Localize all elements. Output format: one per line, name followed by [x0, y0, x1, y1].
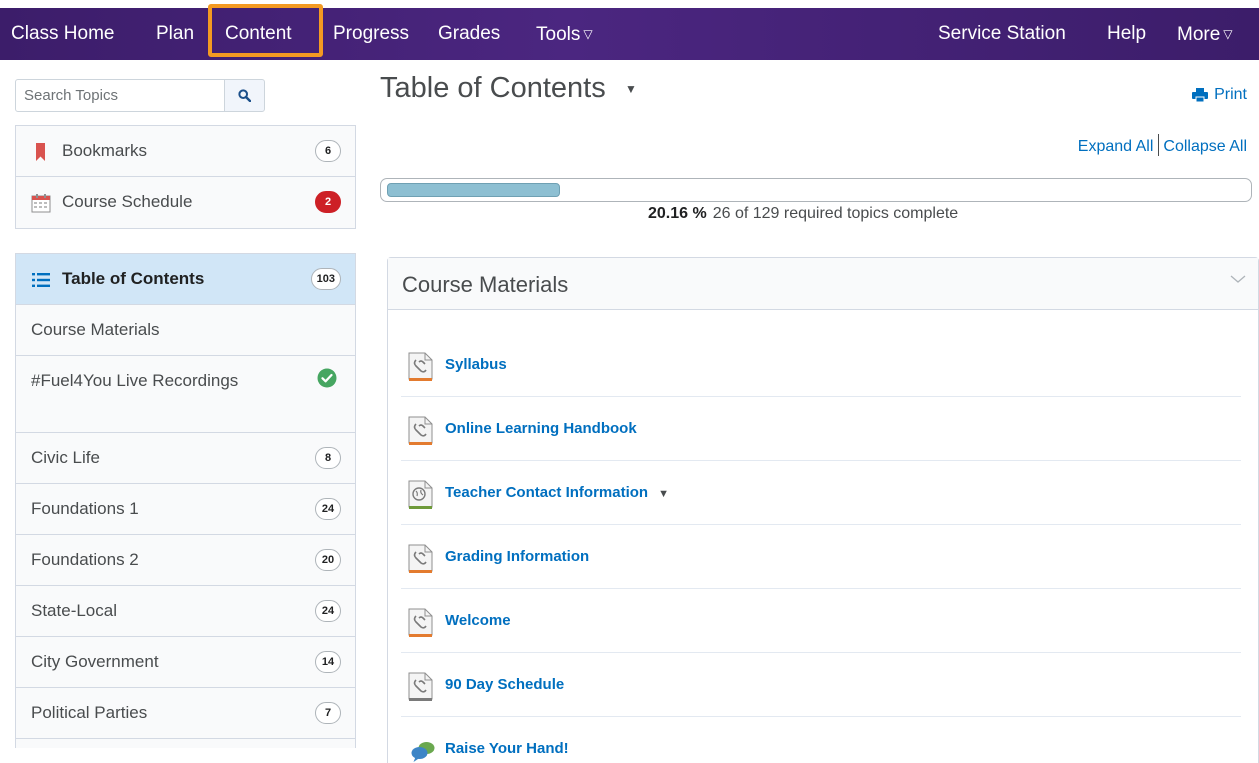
count-badge: 24	[315, 498, 341, 520]
chevron-down-icon[interactable]	[1230, 274, 1246, 284]
page-title: Table of Contents	[380, 72, 606, 104]
progress-count-text: 26 of 129 required topics complete	[712, 205, 959, 222]
sidebar-item-label: Political Parties	[31, 703, 148, 722]
sidebar-item-foundations-1[interactable]: Foundations 1 24	[16, 484, 355, 535]
topic-link[interactable]: Raise Your Hand!	[445, 717, 569, 763]
topic-link[interactable]: Welcome	[445, 589, 511, 653]
link-document-icon	[408, 672, 433, 701]
search-input[interactable]	[15, 79, 225, 112]
topic-link[interactable]: Grading Information	[445, 525, 589, 589]
nav-more[interactable]: More ▽	[1177, 16, 1233, 52]
count-badge: 20	[315, 549, 341, 571]
print-button[interactable]: Print	[1192, 86, 1247, 104]
progress-bar	[380, 178, 1252, 202]
quick-links: Bookmarks 6 Course Schedule 2	[15, 125, 356, 229]
topic-row-online-learning-handbook[interactable]: Online Learning Handbook	[401, 397, 1241, 461]
top-navbar: Class Home Plan Content Progress Grades …	[0, 0, 1259, 60]
content-highlight-box	[208, 4, 323, 57]
expand-collapse-links: Expand All Collapse All	[1078, 134, 1247, 156]
sidebar-item-bookmarks[interactable]: Bookmarks 6	[16, 126, 355, 177]
sidebar-item-label: Foundations 1	[31, 499, 139, 518]
discussion-icon	[411, 742, 435, 762]
panel-header[interactable]: Course Materials	[388, 258, 1258, 310]
calendar-icon	[31, 194, 51, 213]
progress-bar-fill	[387, 183, 560, 197]
sidebar-item-foundations-2[interactable]: Foundations 2 20	[16, 535, 355, 586]
sidebar-item-fuel4you-live-recordings[interactable]: #Fuel4You Live Recordings	[16, 356, 355, 433]
nav-progress[interactable]: Progress	[333, 16, 409, 52]
count-badge: 2	[315, 191, 341, 213]
search-button[interactable]	[224, 79, 265, 112]
topic-row-teacher-contact-information[interactable]: Teacher Contact Information ▼	[401, 461, 1241, 525]
progress-summary: 20.16 % 26 of 129 required topics complet…	[648, 205, 958, 223]
collapse-all-link[interactable]: Collapse All	[1163, 138, 1247, 155]
nav-more-label: More	[1177, 24, 1221, 45]
title-menu-caret-icon[interactable]: ▼	[625, 82, 637, 96]
sidebar-item-label: Foundations 2	[31, 550, 139, 569]
topic-row-raise-your-hand[interactable]: Raise Your Hand!	[401, 717, 1241, 763]
link-document-icon	[408, 608, 433, 637]
nav-tools[interactable]: Tools ▽	[536, 16, 593, 52]
sidebar-item-label: Bookmarks	[62, 141, 148, 160]
bookmark-icon	[36, 143, 45, 161]
print-label: Print	[1214, 86, 1247, 103]
topic-link[interactable]: 90 Day Schedule	[445, 653, 564, 717]
topic-link[interactable]: Syllabus	[445, 333, 507, 397]
topic-link-label: Teacher Contact Information	[445, 484, 649, 501]
link-document-icon	[408, 416, 433, 445]
count-badge: 6	[315, 140, 341, 162]
sidebar-item-label: Course Schedule	[62, 192, 193, 211]
check-circle-icon	[317, 368, 337, 388]
progress-percent: 20.16 %	[648, 205, 707, 222]
nav-help[interactable]: Help	[1107, 16, 1146, 52]
count-badge: 24	[315, 600, 341, 622]
count-badge: 14	[315, 651, 341, 673]
separator	[1158, 134, 1160, 156]
sidebar-item-civic-life[interactable]: Civic Life 8	[16, 433, 355, 484]
main-content: Table of Contents ▼ Print Expand All Coll…	[380, 60, 1259, 763]
nav-tools-label: Tools	[536, 24, 581, 45]
sidebar-item-label: Course Materials	[31, 320, 160, 339]
sidebar-item-course-schedule[interactable]: Course Schedule 2	[16, 177, 355, 228]
sidebar-item-table-of-contents[interactable]: Table of Contents 103	[16, 254, 355, 305]
count-badge: 7	[315, 702, 341, 724]
panel-title: Course Materials	[402, 272, 569, 297]
expand-all-link[interactable]: Expand All	[1078, 138, 1154, 155]
topic-link[interactable]: Online Learning Handbook	[445, 397, 637, 461]
caret-down-icon: ▽	[1223, 27, 1233, 41]
sidebar-item-state-local[interactable]: State-Local 24	[16, 586, 355, 637]
nav-plan[interactable]: Plan	[156, 16, 194, 52]
sidebar-item-course-materials[interactable]: Course Materials	[16, 305, 355, 356]
nav-class-home[interactable]: Class Home	[11, 16, 114, 52]
sidebar-item-label: Table of Contents	[62, 269, 205, 288]
course-materials-panel: Course Materials Syllabus Online Learnin…	[387, 257, 1259, 763]
sidebar-item-city-government[interactable]: City Government 14	[16, 637, 355, 688]
topic-row-grading-information[interactable]: Grading Information	[401, 525, 1241, 589]
list-icon	[32, 273, 50, 287]
search-bar	[15, 79, 265, 112]
link-document-icon	[408, 544, 433, 573]
topic-row-syllabus[interactable]: Syllabus	[401, 333, 1241, 397]
search-icon	[238, 89, 251, 102]
module-list: Table of Contents 103 Course Materials #…	[15, 253, 356, 748]
count-badge: 8	[315, 447, 341, 469]
sidebar-item-label: City Government	[31, 652, 159, 671]
printer-icon	[1192, 88, 1209, 102]
sidebar-item-label: State-Local	[31, 601, 117, 620]
sidebar: Bookmarks 6 Course Schedule 2	[0, 60, 356, 763]
topic-row-90-day-schedule[interactable]: 90 Day Schedule	[401, 653, 1241, 717]
web-page-icon	[408, 480, 433, 509]
nav-grades[interactable]: Grades	[438, 16, 500, 52]
count-badge: 103	[310, 268, 341, 290]
caret-down-icon: ▽	[583, 27, 593, 41]
sidebar-item-label: Civic Life	[31, 448, 100, 467]
sidebar-item-political-parties[interactable]: Political Parties 7	[16, 688, 355, 739]
topic-row-welcome[interactable]: Welcome	[401, 589, 1241, 653]
topic-link[interactable]: Teacher Contact Information ▼	[445, 461, 669, 525]
nav-service-station[interactable]: Service Station	[938, 16, 1066, 52]
topic-menu-caret-icon[interactable]: ▼	[658, 488, 669, 500]
sidebar-item-label: #Fuel4You Live Recordings	[31, 371, 239, 390]
link-document-icon	[408, 352, 433, 381]
